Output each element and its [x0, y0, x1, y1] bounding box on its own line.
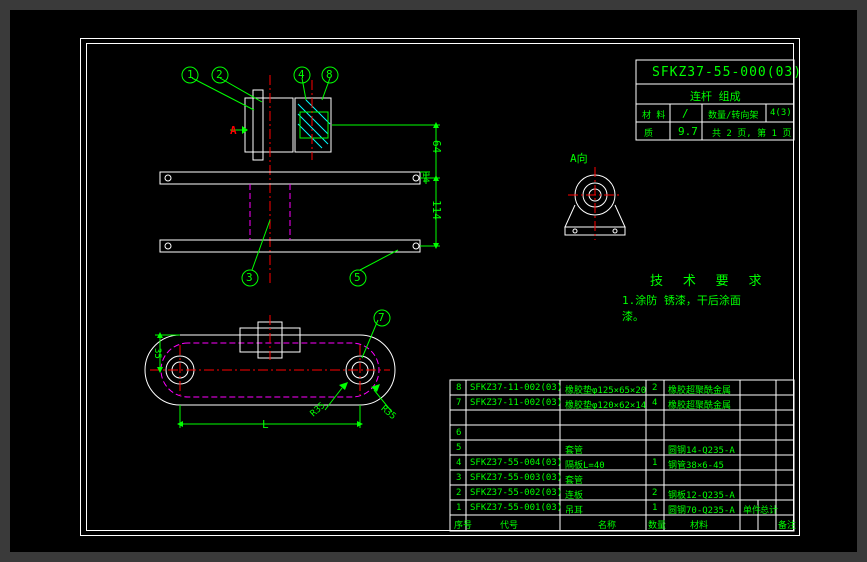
bom-r7-code: SFKZ37-11-002(03): [470, 398, 562, 408]
view-a-label: A向: [570, 150, 588, 166]
qty-label: 数量/转向架: [708, 108, 758, 121]
bom-r8-name: 橡胶垫φ125×65×20: [565, 383, 646, 396]
bom-r5-no: 5: [456, 443, 461, 453]
bom-r1-code: SFKZ37-55-001(03): [470, 503, 562, 513]
bom-r7-qty: 4: [652, 398, 657, 408]
drawing-title: 连杆 组成: [690, 88, 741, 104]
balloon-5: 5: [354, 271, 361, 284]
front-view: [130, 70, 450, 300]
material-label: 材 料: [642, 108, 665, 121]
bom-r8-mat: 橡胶超聚酰金属: [668, 383, 731, 396]
bom-h-qty: 数量: [648, 518, 666, 531]
bom-r3-code: SFKZ37-55-003(03): [470, 473, 562, 483]
drawing-number: SFKZ37-55-000(03): [652, 65, 802, 80]
bom-h-total: 总计: [760, 503, 778, 516]
bom-r7-no: 7: [456, 398, 461, 408]
bom-r4-no: 4: [456, 458, 461, 468]
bom-r4-qty: 1: [652, 458, 657, 468]
bom-r7-name: 橡胶垫φ120×62×14: [565, 398, 646, 411]
dim-35: 35: [152, 348, 162, 359]
dim-14: 14: [420, 172, 430, 183]
dim-L: L: [262, 418, 269, 431]
bom-r2-code: SFKZ37-55-002(03): [470, 488, 562, 498]
balloon-3: 3: [246, 271, 253, 284]
bom-r4-code: SFKZ37-55-004(03): [470, 458, 562, 468]
bom-r7-mat: 橡胶超聚酰金属: [668, 398, 731, 411]
plan-view: [130, 310, 430, 440]
bom-h-mat: 材料: [690, 518, 708, 531]
bom-h-code: 代号: [500, 518, 518, 531]
bom-r1-no: 1: [456, 503, 461, 513]
balloon-7: 7: [378, 311, 385, 324]
balloons-top: [180, 65, 360, 85]
bom-r3-no: 3: [456, 473, 461, 483]
dim-114: 114: [430, 200, 443, 220]
tech-req-heading: 技 术 要 求: [650, 270, 767, 289]
bom-r8-no: 8: [456, 383, 461, 393]
bom-r2-no: 2: [456, 488, 461, 498]
cad-canvas[interactable]: SFKZ37-55-000(03) 连杆 组成 材 料 / 数量/转向架 4(3…: [10, 10, 857, 552]
section-a-label: A: [230, 124, 237, 137]
mass-value: 9.7: [678, 125, 698, 138]
bom-r5-name: 套管: [565, 443, 583, 456]
balloon-8: 8: [326, 68, 333, 81]
bom-h-no: 序号: [454, 518, 472, 531]
material-value: /: [682, 107, 689, 120]
dim-64: 64: [430, 140, 443, 153]
tech-req-line2: 漆。: [622, 308, 644, 324]
bom-r2-mat: 钢板12-Q235-A: [668, 488, 735, 501]
page-info: 共 2 页, 第 1 页: [712, 126, 791, 139]
tech-req-line1: 1.涂防 锈漆，干后涂面: [622, 292, 741, 308]
bom-r4-name: 隔板L=40: [565, 458, 605, 471]
bom-r5-mat: 圆钢14-Q235-A: [668, 443, 735, 456]
bom-r8-qty: 2: [652, 383, 657, 393]
bom-r1-qty: 1: [652, 503, 657, 513]
bom-r3-name: 套管: [565, 473, 583, 486]
mass-label: 质: [644, 126, 653, 139]
bom-r4-mat: 钢管38×6-45: [668, 458, 724, 471]
bom-r2-qty: 2: [652, 488, 657, 498]
bom-r6-no: 6: [456, 428, 461, 438]
balloon-2: 2: [216, 68, 223, 81]
view-a: [550, 165, 645, 245]
bom-r2-name: 连板: [565, 488, 583, 501]
bom-h-name: 名称: [598, 518, 616, 531]
bom-h-note: 备注: [778, 518, 796, 531]
qty-value: 4(3): [770, 108, 792, 118]
bom-h-unit: 单件: [743, 503, 761, 516]
balloon-4: 4: [298, 68, 305, 81]
bom-r1-mat: 圆钢70-Q235-A: [668, 503, 735, 516]
bom-r8-code: SFKZ37-11-002(03): [470, 383, 562, 393]
bom-r1-name: 吊耳: [565, 503, 583, 516]
balloon-1: 1: [187, 68, 194, 81]
